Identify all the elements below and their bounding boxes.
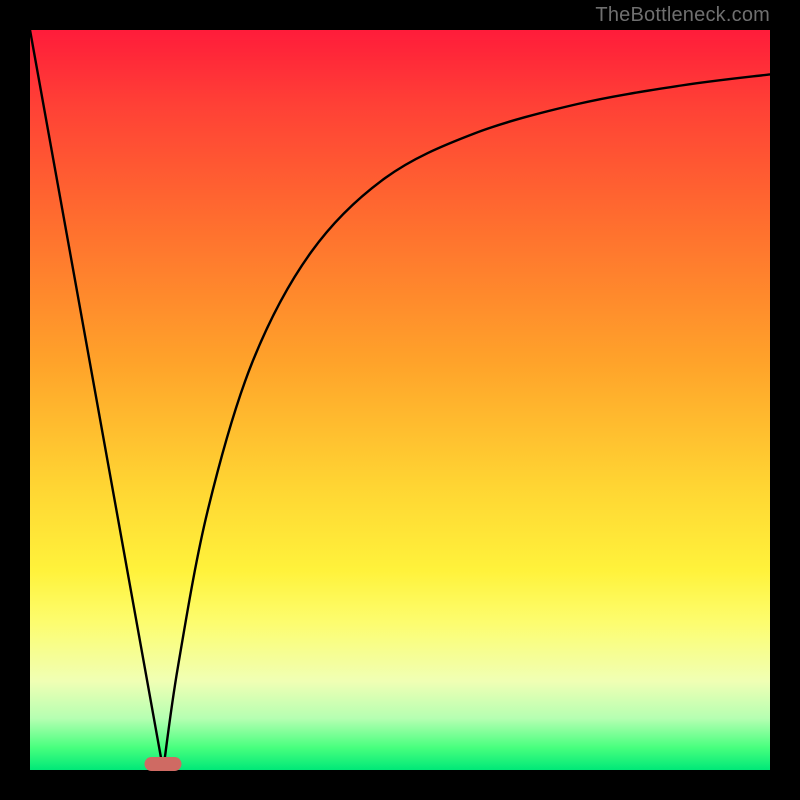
chart-frame: TheBottleneck.com — [0, 0, 800, 800]
curve-right-arc — [163, 74, 770, 770]
curve-svg — [30, 30, 770, 770]
bottleneck-marker — [145, 757, 182, 771]
watermark-text: TheBottleneck.com — [595, 4, 770, 27]
curve-left-line — [30, 30, 163, 770]
plot-area — [30, 30, 770, 770]
